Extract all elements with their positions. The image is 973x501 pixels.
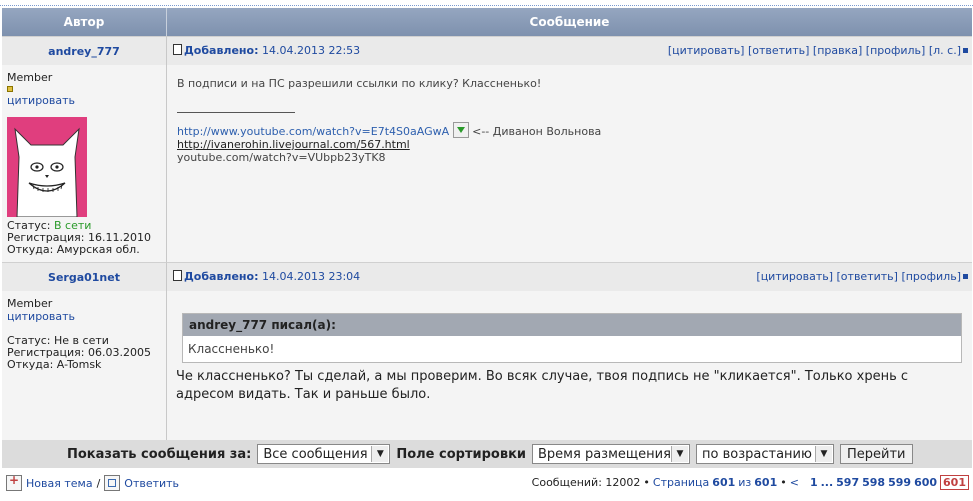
quote-button[interactable]: [цитировать] (668, 44, 745, 57)
quote-button[interactable]: [цитировать] (756, 270, 833, 283)
post-1-actions: [цитировать] [ответить] [правка] [профил… (668, 44, 968, 57)
quote-block: andrey_777 писал(а): Классненько! (182, 313, 962, 363)
pagination: Сообщений: 12002 • Страница 601 из 601 •… (532, 475, 969, 490)
signature-link-livejournal[interactable]: http://ivanerohin.livejournal.com/567.ht… (177, 138, 410, 151)
location-line: Откуда: Амурская обл. (7, 243, 140, 256)
page-link[interactable]: 600 (914, 476, 937, 489)
reply-icon[interactable] (104, 475, 121, 491)
profile-button[interactable]: [профиль] (901, 270, 961, 283)
go-button[interactable]: Перейти (840, 444, 913, 464)
prev-page-link[interactable]: < (790, 476, 799, 489)
post-2-author-name[interactable]: Serga01net (48, 271, 120, 284)
post-2-header: Добавлено: 14.04.2013 23:04 [цитировать]… (167, 262, 972, 291)
rank-pip-icon (7, 86, 13, 92)
reply-button[interactable]: [ответить] (837, 270, 898, 283)
signature-link-youtube[interactable]: http://www.youtube.com/watch?v=E7t4S0aAG… (177, 125, 449, 138)
quote-link[interactable]: цитировать (7, 310, 161, 323)
post-1-header: Добавлено: 14.04.2013 22:53 [цитировать]… (167, 36, 972, 65)
post-1-author-cell: andrey_777 (2, 36, 167, 65)
show-posts-label: Показать сообщения за: (67, 446, 252, 462)
chevron-down-icon: ▼ (371, 446, 389, 462)
post-1-message: В подписи и на ПС разрешили ссылки по кл… (167, 65, 972, 262)
message-count: Сообщений: 12002 (531, 476, 641, 489)
posts-table: Автор Сообщение andrey_777 Добавлено: 14… (2, 8, 972, 440)
chevron-down-icon: ▼ (815, 446, 833, 462)
post-1-author-name[interactable]: andrey_777 (48, 45, 120, 58)
pm-button[interactable]: [л. с.] (929, 44, 961, 57)
location-line: Откуда: A-Tomsk (7, 358, 102, 371)
page-ellipsis: ... (820, 476, 834, 489)
square-icon (963, 48, 968, 53)
edit-button[interactable]: [правка] (813, 44, 862, 57)
post-2-author-info: Member цитировать Статус: Не в сети Реги… (2, 291, 167, 440)
sort-order-select[interactable]: по возрастанию ▼ (696, 444, 835, 464)
page-link[interactable]: 597 (836, 476, 859, 489)
signature-text-youtube: youtube.com/watch?v=VUbpb23yTK8 (177, 151, 386, 164)
download-icon[interactable] (452, 122, 469, 138)
post-2-actions: [цитировать] [ответить] [профиль] (756, 270, 968, 283)
current-page-indicator: 601 (940, 475, 969, 490)
page-total: 601 (754, 476, 778, 489)
square-icon (963, 274, 968, 279)
footer-actions: Новая тема / Ответить (6, 473, 179, 491)
new-topic-icon[interactable] (6, 473, 22, 491)
sort-field-select[interactable]: Время размещения ▼ (532, 444, 691, 464)
reply-button[interactable]: [ответить] (748, 44, 809, 57)
top-strip (0, 0, 973, 6)
post-doc-icon[interactable] (173, 44, 182, 55)
profile-button[interactable]: [профиль] (866, 44, 926, 57)
show-posts-select[interactable]: Все сообщения ▼ (257, 444, 391, 464)
avatar[interactable] (7, 117, 87, 217)
page-label: Страница (652, 476, 710, 489)
sort-field-label: Поле сортировки (396, 446, 527, 462)
page-link[interactable]: 599 (888, 476, 911, 489)
page-link[interactable]: 1 (810, 476, 818, 489)
author-column-header: Автор (2, 8, 167, 36)
message-column-header: Сообщение (167, 8, 972, 36)
signature: http://www.youtube.com/watch?v=E7t4S0aAG… (177, 122, 601, 164)
post-2-text: Че классненько? Ты сделай, а мы проверим… (176, 369, 909, 402)
quote-author: andrey_777 писал(а): (183, 314, 961, 336)
rank-label: Member (7, 71, 53, 84)
post-1-posted: Добавлено: 14.04.2013 22:53 (173, 44, 360, 57)
rank-label: Member (7, 297, 53, 310)
post-1-author-info: Member цитировать Статус: В сети Регистр… (2, 65, 167, 262)
display-options-bar: Показать сообщения за: Все сообщения ▼ П… (2, 440, 972, 468)
post-2-posted: Добавлено: 14.04.2013 23:04 (173, 270, 360, 283)
quote-link[interactable]: цитировать (7, 94, 161, 107)
post-1-text: В подписи и на ПС разрешили ссылки по кл… (177, 77, 542, 90)
reply-link[interactable]: Ответить (124, 477, 179, 490)
chevron-down-icon: ▼ (671, 446, 689, 462)
post-doc-icon[interactable] (173, 270, 182, 281)
signature-divider (177, 112, 295, 113)
post-2-author-cell: Serga01net (2, 262, 167, 291)
page-link[interactable]: 598 (862, 476, 885, 489)
new-topic-link[interactable]: Новая тема (26, 477, 93, 490)
quote-text: Классненько! (183, 336, 961, 362)
post-2-message: andrey_777 писал(а): Классненько! Че кла… (167, 291, 972, 440)
page-current: 601 (712, 476, 736, 489)
